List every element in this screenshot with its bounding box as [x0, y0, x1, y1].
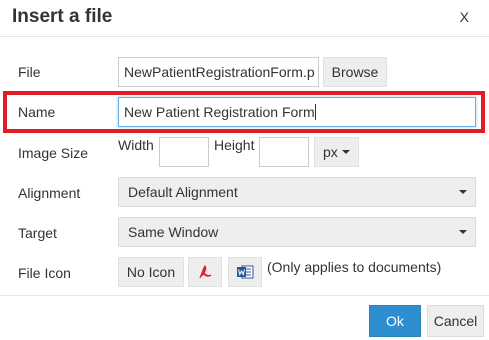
name-label: Name	[18, 104, 56, 120]
target-label: Target	[18, 225, 57, 241]
dialog-title: Insert a file	[12, 6, 113, 27]
image-size-label: Image Size	[18, 145, 89, 161]
word-icon	[236, 264, 254, 280]
ok-button[interactable]: Ok	[369, 305, 421, 337]
chevron-down-icon	[459, 230, 467, 234]
pdf-icon	[197, 264, 213, 280]
target-value: Same Window	[128, 224, 219, 240]
alignment-select[interactable]: Default Alignment	[118, 177, 476, 207]
name-input[interactable]: New Patient Registration Form	[118, 97, 476, 127]
file-label: File	[18, 64, 41, 80]
text-caret	[314, 104, 316, 120]
no-icon-button[interactable]: No Icon	[118, 257, 184, 287]
unit-dropdown[interactable]: px	[314, 137, 359, 167]
height-label: Height	[214, 137, 255, 153]
cancel-button[interactable]: Cancel	[427, 305, 484, 337]
target-select[interactable]: Same Window	[118, 217, 476, 247]
alignment-label: Alignment	[18, 185, 81, 201]
width-input[interactable]	[159, 137, 209, 167]
file-icon-label: File Icon	[18, 265, 71, 281]
name-input-value: New Patient Registration Form	[124, 104, 315, 120]
chevron-down-icon	[459, 190, 467, 194]
alignment-value: Default Alignment	[128, 184, 238, 200]
browse-button[interactable]: Browse	[323, 57, 387, 87]
width-label: Width	[118, 137, 154, 153]
word-icon-button[interactable]	[228, 257, 262, 287]
close-button[interactable]: X	[460, 9, 469, 25]
unit-value: px	[323, 144, 338, 160]
footer-divider	[0, 295, 489, 296]
file-input[interactable]: NewPatientRegistrationForm.p	[118, 57, 319, 87]
chevron-down-icon	[341, 150, 350, 154]
dialog-header: Insert a file X	[0, 0, 489, 37]
file-icon-note: (Only applies to documents)	[267, 259, 442, 275]
file-input-value: NewPatientRegistrationForm.p	[124, 64, 315, 80]
height-input[interactable]	[259, 137, 309, 167]
pdf-icon-button[interactable]	[188, 257, 222, 287]
